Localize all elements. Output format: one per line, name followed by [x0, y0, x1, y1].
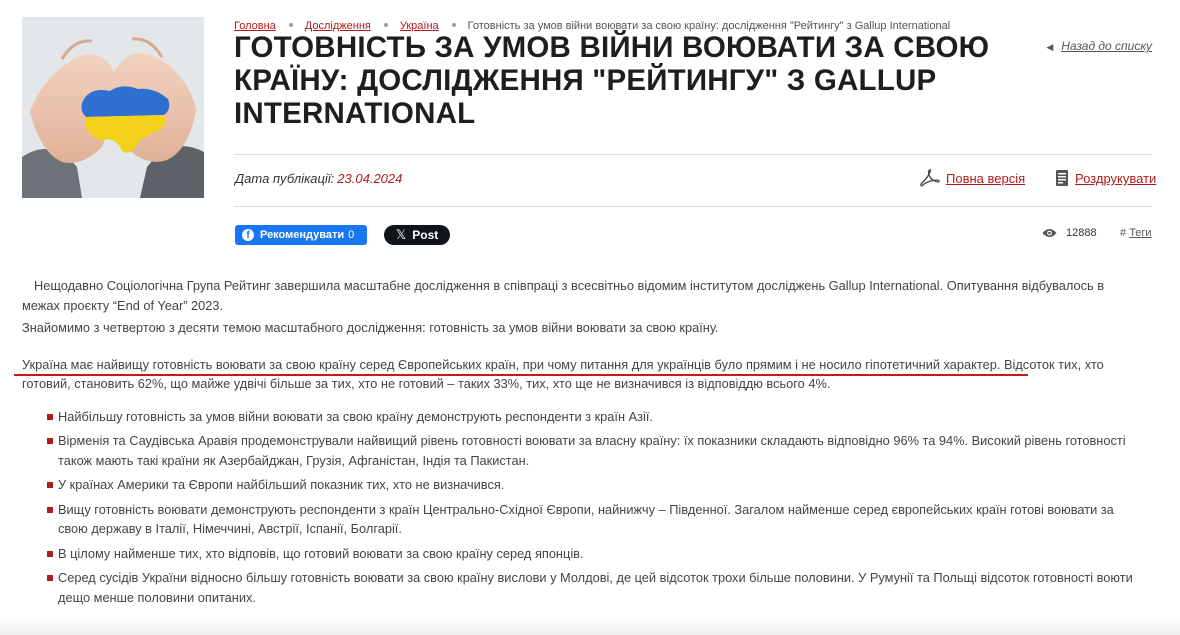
- list-item: В цілому найменше тих, хто відповів, що …: [47, 544, 1142, 564]
- breadcrumb-separator: [383, 23, 388, 28]
- pdf-icon: [920, 169, 940, 190]
- list-item: Вищу готовність воювати демонструють рес…: [47, 500, 1142, 539]
- topic-paragraph: Знайомимо з четвертою з десяти темою мас…: [22, 320, 719, 335]
- list-item: Найбільшу готовність за умов війни воюва…: [47, 407, 1142, 427]
- full-version-label: Повна версія: [946, 170, 1026, 186]
- article-body: Нещодавно Соціологічна Група Рейтинг зав…: [14, 276, 1142, 612]
- divider: [234, 154, 1152, 155]
- view-count: 12888: [1066, 227, 1097, 239]
- intro-paragraph: Нещодавно Соціологічна Група Рейтинг зав…: [22, 278, 1105, 313]
- x-post-label: Post: [412, 228, 439, 242]
- print-label: Роздрукувати: [1075, 170, 1157, 186]
- list-item: Вірменія та Саудівська Аравія продемонст…: [47, 431, 1142, 470]
- view-counter: 12888: [1042, 227, 1097, 239]
- print-icon: [1055, 169, 1069, 190]
- eye-icon: [1042, 229, 1057, 237]
- publication-date-label: Дата публікації:: [235, 171, 335, 186]
- triangle-left-icon: ◀: [1046, 42, 1054, 52]
- list-item: У країнах Америки та Європи найбільший п…: [47, 475, 1142, 495]
- tags-link[interactable]: # Теги: [1120, 227, 1152, 239]
- facebook-icon: f: [242, 229, 254, 241]
- highlight-underline: [14, 373, 1028, 376]
- facebook-recommend-label: Рекомендувати: [260, 229, 345, 241]
- hash-icon: #: [1120, 227, 1127, 239]
- full-version-link[interactable]: Повна версія: [920, 169, 1025, 190]
- page-title: ГОТОВНІСТЬ ЗА УМОВ ВІЙНИ ВОЮВАТИ ЗА СВОЮ…: [234, 31, 990, 130]
- article-image: [22, 17, 204, 198]
- back-to-list-label: Назад до списку: [1061, 39, 1152, 53]
- facebook-recommend-button[interactable]: f Рекомендувати 0: [235, 225, 367, 245]
- divider: [234, 206, 1152, 207]
- findings-list: Найбільшу готовність за умов війни воюва…: [22, 407, 1142, 608]
- bottom-fade: [0, 615, 1180, 635]
- facebook-recommend-count: 0: [348, 229, 355, 241]
- tags-label: Теги: [1129, 227, 1152, 239]
- x-post-button[interactable]: 𝕏 Post: [384, 225, 450, 245]
- list-item: Серед сусідів України відносно більшу го…: [47, 568, 1142, 607]
- x-logo-icon: 𝕏: [395, 227, 407, 242]
- breadcrumb-separator: [451, 23, 456, 28]
- ukraine-readiness-paragraph: Україна має найвищу готовність воювати з…: [14, 355, 1142, 394]
- hands-holding-ukraine-map-illustration: [22, 17, 204, 198]
- print-link[interactable]: Роздрукувати: [1055, 169, 1156, 190]
- publication-date: Дата публікації: 23.04.2024: [235, 171, 402, 186]
- breadcrumb-separator: [288, 23, 293, 28]
- publication-date-value: 23.04.2024: [337, 171, 403, 186]
- back-to-list-link[interactable]: ◀ Назад до списку: [1046, 39, 1152, 53]
